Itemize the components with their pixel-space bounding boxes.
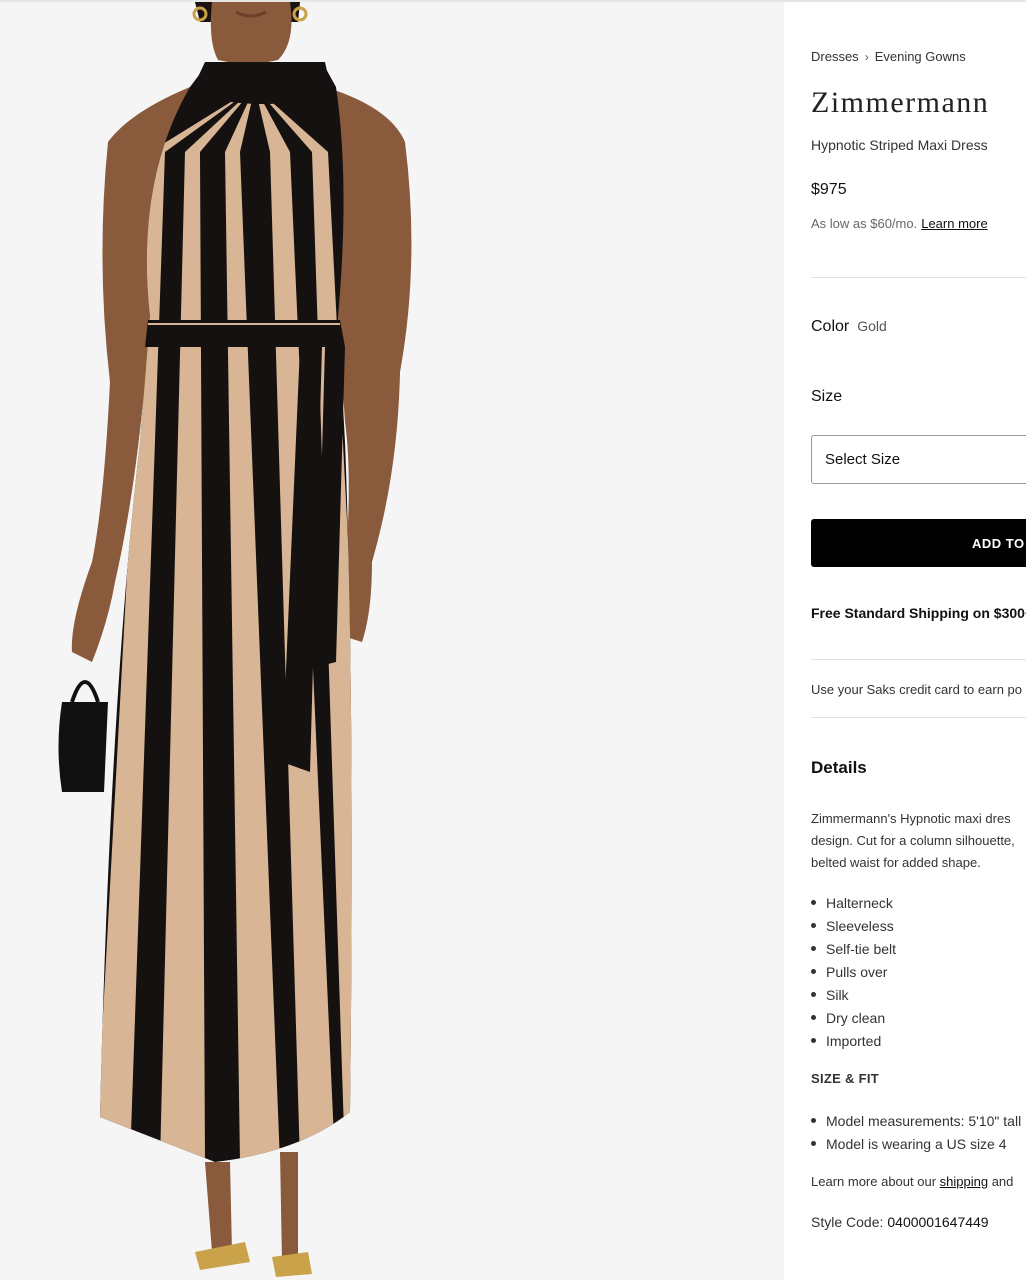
learn-more-suffix: and <box>988 1174 1014 1189</box>
color-label: Color <box>811 318 850 335</box>
color-value: Gold <box>857 318 887 334</box>
divider <box>811 717 1026 718</box>
breadcrumb: Dresses › Evening Gowns <box>811 49 966 64</box>
style-code: Style Code: 0400001647449 <box>811 1214 989 1230</box>
details-heading[interactable]: Details <box>811 758 867 778</box>
list-item: Dry clean <box>811 1006 896 1029</box>
learn-more-prefix: Learn more about our <box>811 1174 940 1189</box>
list-item: Pulls over <box>811 960 896 983</box>
breadcrumb-dresses[interactable]: Dresses <box>811 49 859 64</box>
description-line: design. Cut for a column silhouette, <box>811 833 1015 848</box>
size-fit-heading: SIZE & FIT <box>811 1071 879 1086</box>
shipping-info-note: Learn more about our shipping and <box>811 1174 1013 1189</box>
list-item: Model measurements: 5'10" tall <box>811 1109 1021 1132</box>
product-title: Hypnotic Striped Maxi Dress <box>811 137 988 153</box>
list-item: Sleeveless <box>811 914 896 937</box>
product-photo <box>58 2 412 1277</box>
size-select-placeholder: Select Size <box>825 451 901 468</box>
color-row: Color Gold <box>811 318 887 336</box>
shipping-link[interactable]: shipping <box>940 1174 988 1189</box>
list-item: Model is wearing a US size 4 <box>811 1132 1021 1155</box>
shipping-promo: Free Standard Shipping on $300+ U <box>811 605 1026 621</box>
size-label: Size <box>811 388 843 405</box>
size-fit-list: Model measurements: 5'10" tall Model is … <box>811 1109 1021 1155</box>
brand-name[interactable]: Zimmermann <box>811 86 989 120</box>
add-to-bag-button[interactable]: ADD TO B <box>811 519 1026 567</box>
list-item: Self-tie belt <box>811 937 896 960</box>
product-image[interactable] <box>0 2 784 1280</box>
add-to-bag-label: ADD TO B <box>972 535 1026 551</box>
list-item: Halterneck <box>811 891 896 914</box>
learn-more-link[interactable]: Learn more <box>921 216 987 231</box>
description-line: Zimmermann's Hypnotic maxi dres <box>811 811 1011 826</box>
list-item: Imported <box>811 1029 896 1052</box>
credit-card-promo[interactable]: Use your Saks credit card to earn po <box>811 682 1022 697</box>
price: $975 <box>811 181 847 198</box>
product-info-panel: Dresses › Evening Gowns Zimmermann Hypno… <box>811 0 1026 1280</box>
size-select[interactable]: Select Size <box>811 435 1026 484</box>
feature-list: Halterneck Sleeveless Self-tie belt Pull… <box>811 891 896 1052</box>
financing-text: As low as $60/mo. <box>811 216 918 231</box>
product-description: Zimmermann's Hypnotic maxi dres design. … <box>811 808 1015 874</box>
divider <box>811 659 1026 660</box>
list-item: Silk <box>811 983 896 1006</box>
style-code-label: Style Code: <box>811 1214 884 1230</box>
divider <box>811 277 1026 278</box>
financing-note: As low as $60/mo. Learn more <box>811 216 988 231</box>
style-code-value: 0400001647449 <box>887 1214 989 1230</box>
chevron-right-icon: › <box>864 49 869 64</box>
description-line: belted waist for added shape. <box>811 855 981 870</box>
breadcrumb-evening-gowns[interactable]: Evening Gowns <box>875 49 966 64</box>
